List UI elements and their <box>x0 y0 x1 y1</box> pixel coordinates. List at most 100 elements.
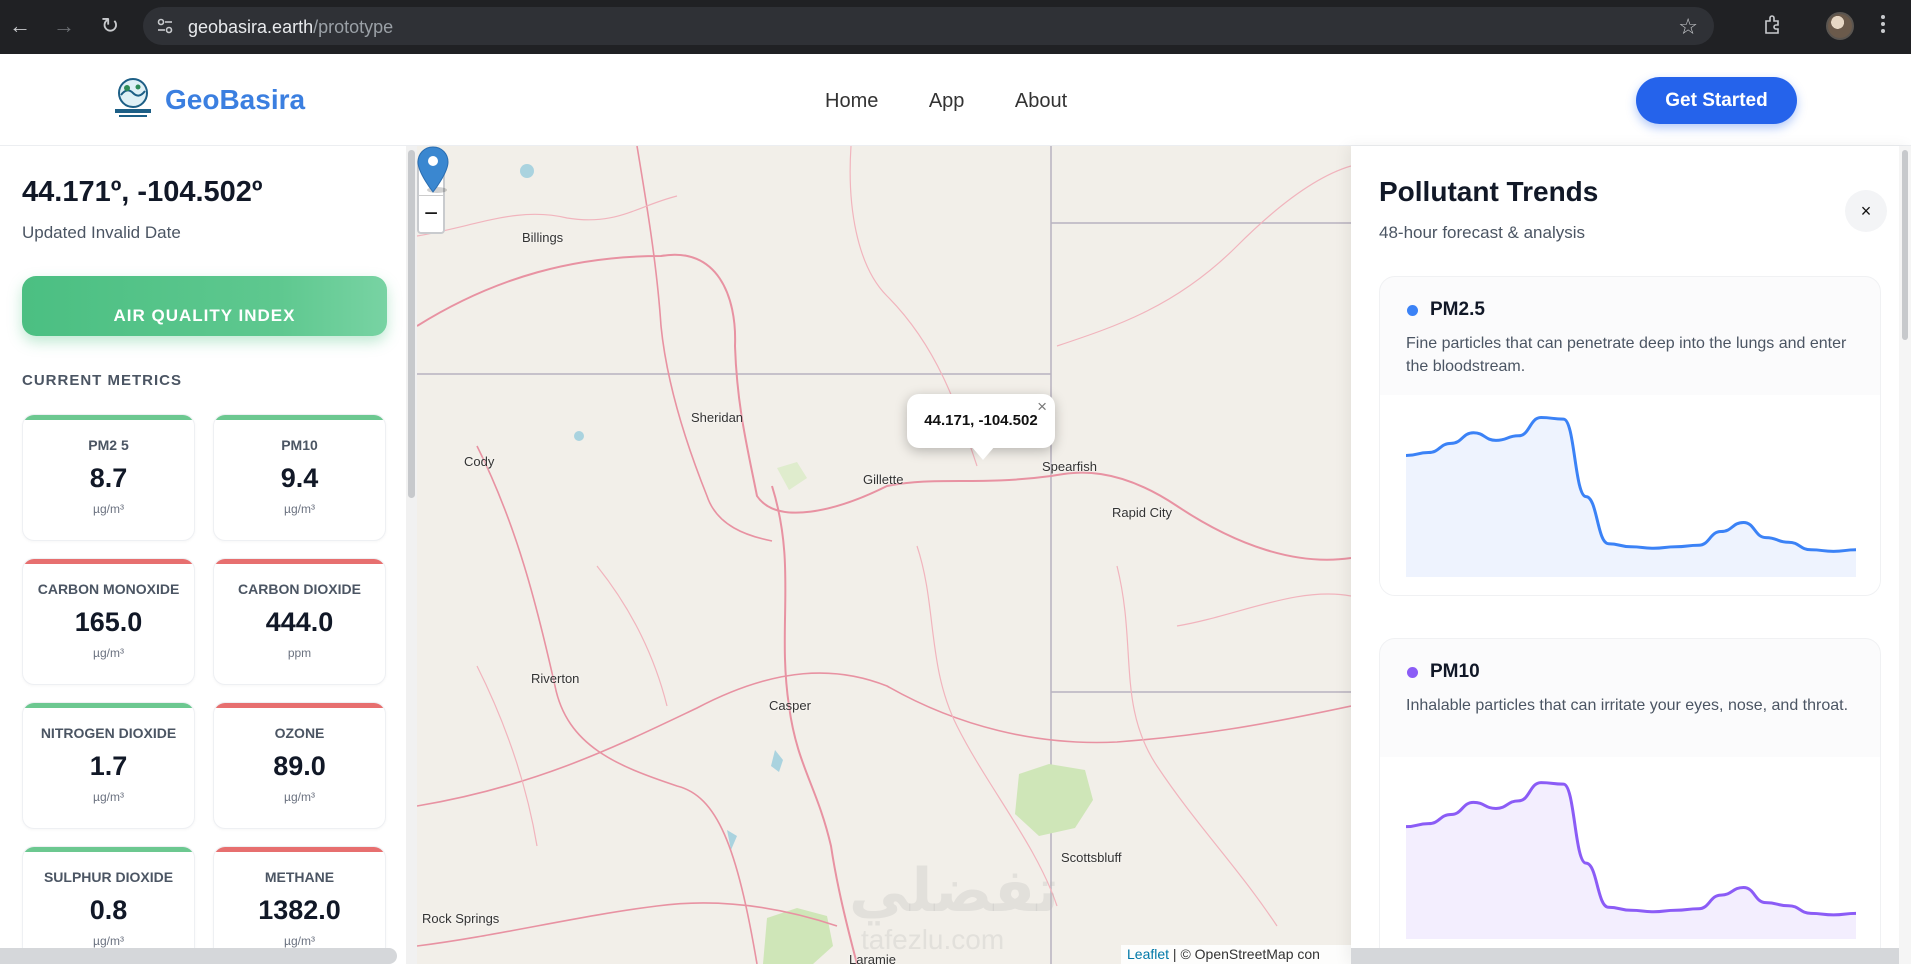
trend-sparkline <box>1405 781 1857 939</box>
popup-tip <box>971 446 995 460</box>
metric-unit: µg/m³ <box>93 790 124 804</box>
map-label-rapid-city: Rapid City <box>1112 505 1172 520</box>
watermark-text: تفضلي <box>849 856 1060 926</box>
map-label-cody: Cody <box>464 454 495 469</box>
metric-card[interactable]: PM10 9.4 µg/m³ <box>213 414 386 541</box>
trend-pollutant-name: PM10 <box>1430 661 1480 682</box>
map-attribution: Leaflet | © OpenStreetMap con <box>1121 945 1351 964</box>
metric-card[interactable]: CARBON MONOXIDE 165.0 µg/m³ <box>22 558 195 685</box>
geobasira-logo[interactable] <box>110 75 156 121</box>
profile-avatar[interactable] <box>1826 12 1854 40</box>
metric-status-bar <box>214 559 385 564</box>
metric-status-bar <box>23 415 194 420</box>
metric-name: CARBON MONOXIDE <box>37 581 180 597</box>
metric-name: CARBON DIOXIDE <box>238 581 361 597</box>
trend-description: Fine particles that can penetrate deep i… <box>1406 335 1847 375</box>
map-label-casper: Casper <box>769 698 811 713</box>
browser-menu-icon[interactable] <box>1878 12 1888 42</box>
panel-scrollbar-thumb[interactable] <box>1902 150 1908 340</box>
brand-name[interactable]: GeoBasira <box>165 84 305 116</box>
metric-value: 89.0 <box>273 751 326 781</box>
trend-pollutant-name: PM2.5 <box>1430 299 1485 320</box>
metric-status-bar <box>214 847 385 852</box>
panel-scrollbar[interactable] <box>1899 146 1911 964</box>
metric-card[interactable]: SULPHUR DIOXIDE 0.8 µg/m³ <box>22 846 195 964</box>
metric-unit: µg/m³ <box>93 646 124 660</box>
location-pin-icon[interactable] <box>417 146 449 194</box>
series-color-dot <box>1407 305 1418 316</box>
forward-icon[interactable]: → <box>52 14 76 38</box>
metric-status-bar <box>23 847 194 852</box>
metric-name: OZONE <box>274 725 325 741</box>
metric-value: 1382.0 <box>258 895 341 925</box>
metric-name: PM2 5 <box>88 437 129 453</box>
metric-value: 8.7 <box>89 463 128 493</box>
metric-status-bar <box>214 415 385 420</box>
current-metrics-heading: CURRENT METRICS <box>22 372 182 389</box>
trend-card: PM10 Inhalable particles that can irritat… <box>1379 638 1881 964</box>
sidebar-horizontal-scrollbar[interactable] <box>0 948 397 964</box>
metric-card[interactable]: METHANE 1382.0 µg/m³ <box>213 846 386 964</box>
metric-card[interactable]: NITROGEN DIOXIDE 1.7 µg/m³ <box>22 702 195 829</box>
leaflet-link[interactable]: Leaflet <box>1127 946 1169 962</box>
bookmark-star-icon[interactable]: ☆ <box>1678 14 1698 40</box>
map-label-spearfish: Spearfish <box>1042 459 1097 474</box>
site-header: GeoBasira Home App About Get Started <box>0 54 1911 146</box>
watermark-url: tafezlu.com <box>861 924 1005 955</box>
site-info-icon[interactable] <box>155 16 175 36</box>
metric-card[interactable]: OZONE 89.0 µg/m³ <box>213 702 386 829</box>
metric-unit: µg/m³ <box>284 502 315 516</box>
trend-chart <box>1380 757 1880 957</box>
air-quality-index-button[interactable]: AIR QUALITY INDEX <box>22 276 387 336</box>
metric-card[interactable]: CARBON DIOXIDE 444.0 ppm <box>213 558 386 685</box>
metric-name: NITROGEN DIOXIDE <box>40 725 177 741</box>
reload-icon[interactable]: ↻ <box>98 14 122 38</box>
extensions-icon[interactable] <box>1762 13 1784 35</box>
series-color-dot <box>1407 667 1418 678</box>
metric-unit: ppm <box>287 646 312 660</box>
map-label-sheridan: Sheridan <box>691 410 744 425</box>
sidebar-scrollbar[interactable] <box>406 146 417 964</box>
metric-status-bar <box>23 559 194 564</box>
pollutant-trends-panel: Pollutant Trends 48-hour forecast & anal… <box>1351 146 1911 964</box>
panel-horizontal-scrollbar[interactable] <box>1351 948 1899 964</box>
nav-about[interactable]: About <box>1015 90 1067 112</box>
metric-status-bar <box>214 703 385 708</box>
trends-title: Pollutant Trends <box>1379 176 1599 207</box>
metric-value: 0.8 <box>89 895 128 925</box>
metric-value: 444.0 <box>265 607 334 637</box>
metric-card[interactable]: PM2 5 8.7 µg/m³ <box>22 414 195 541</box>
back-icon[interactable]: ← <box>8 14 32 38</box>
url-text: geobasira.earth/prototype <box>188 17 394 37</box>
trend-area <box>1406 782 1856 939</box>
main-nav: Home App About <box>825 90 1113 113</box>
browser-toolbar: ← → ↻ geobasira.earth/prototype ☆ <box>0 0 1911 54</box>
trend-description: Inhalable particles that can irritate yo… <box>1406 697 1849 714</box>
nav-home[interactable]: Home <box>825 90 878 112</box>
metric-unit: µg/m³ <box>284 790 315 804</box>
sidebar-scrollbar-thumb[interactable] <box>408 150 415 498</box>
map-label-rock-springs: Rock Springs <box>422 911 500 926</box>
zoom-out-button[interactable]: − <box>419 196 443 232</box>
map-view[interactable]: + − Billings Sheridan Cody Gillette Spea… <box>417 146 1351 964</box>
trends-subtitle: 48-hour forecast & analysis <box>1379 223 1585 242</box>
metric-unit: µg/m³ <box>93 502 124 516</box>
metric-name: METHANE <box>264 869 335 885</box>
metric-value: 165.0 <box>74 607 143 637</box>
location-popup: 44.171, -104.502 × <box>907 394 1055 460</box>
get-started-button[interactable]: Get Started <box>1636 77 1797 124</box>
metric-name: SULPHUR DIOXIDE <box>43 869 174 885</box>
metric-status-bar <box>23 703 194 708</box>
popup-close-icon[interactable]: × <box>1037 380 1047 434</box>
location-sidebar: 44.171º, -104.502º Updated Invalid Date … <box>0 146 417 964</box>
address-bar[interactable]: geobasira.earth/prototype ☆ <box>143 7 1714 45</box>
trend-card: PM2.5 Fine particles that can penetrate d… <box>1379 276 1881 596</box>
attribution-osm[interactable]: | © OpenStreetMap con <box>1169 946 1320 962</box>
nav-app[interactable]: App <box>929 90 965 112</box>
metric-unit: µg/m³ <box>93 934 124 948</box>
location-coordinates: 44.171º, -104.502º <box>22 176 263 208</box>
metric-value: 1.7 <box>89 751 128 781</box>
updated-timestamp: Updated Invalid Date <box>22 223 181 242</box>
close-panel-button[interactable]: × <box>1845 190 1887 232</box>
trend-area <box>1406 417 1856 577</box>
